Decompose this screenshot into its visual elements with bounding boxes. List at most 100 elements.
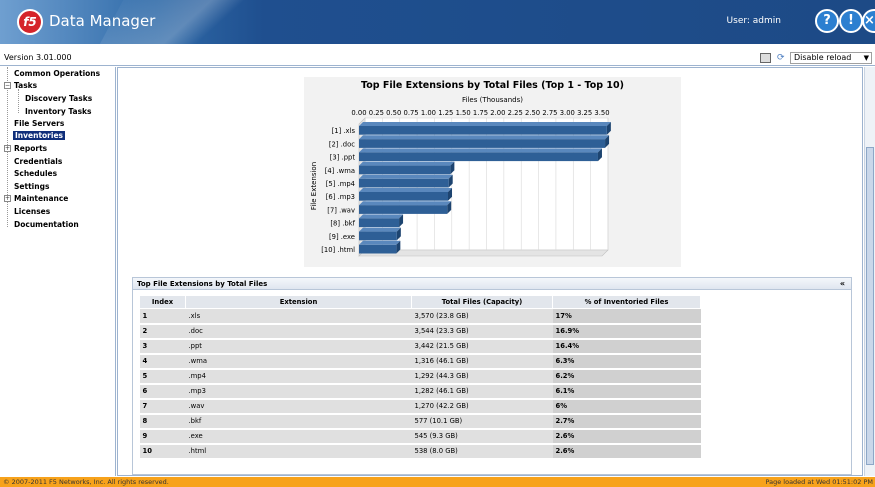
cell-index: 8 bbox=[139, 413, 186, 430]
help-icon[interactable]: ? bbox=[815, 9, 839, 33]
table-row[interactable]: 8 .bkf 577 (10.1 GB) 2.7% bbox=[139, 413, 701, 430]
bar bbox=[359, 192, 449, 201]
sidebar-item-maintenance[interactable]: Maintenance bbox=[14, 194, 68, 203]
f5-logo: f5 bbox=[17, 9, 43, 35]
table-row[interactable]: 7 .wav 1,270 (42.2 GB) 6% bbox=[139, 398, 701, 415]
x-tick-label: 3.00 bbox=[560, 109, 575, 117]
sidebar-item-common-operations[interactable]: Common Operations bbox=[14, 69, 100, 78]
table-row[interactable]: 3 .ppt 3,442 (21.5 GB) 16.4% bbox=[139, 338, 701, 355]
x-tick-label: 0.75 bbox=[404, 109, 419, 117]
table-row[interactable]: 9 .exe 545 (9.3 GB) 2.6% bbox=[139, 428, 701, 445]
cell-index: 10 bbox=[139, 443, 186, 460]
column-header-extension[interactable]: Extension bbox=[185, 295, 412, 309]
sidebar-item-documentation[interactable]: Documentation bbox=[14, 220, 79, 229]
cell-percent: 6.3% bbox=[552, 353, 701, 370]
bar bbox=[359, 165, 451, 175]
status-bar: © 2007-2011 F5 Networks, Inc. All rights… bbox=[0, 477, 875, 487]
bar bbox=[359, 218, 400, 228]
table-row[interactable]: 10 .html 538 (8.0 GB) 2.6% bbox=[139, 443, 701, 460]
chart-y-axis-label: File Extension bbox=[310, 162, 318, 210]
table-header-row: Index Extension Total Files (Capacity) %… bbox=[139, 295, 701, 309]
cell-extension: .wav bbox=[185, 398, 412, 415]
print-icon[interactable] bbox=[760, 53, 771, 63]
cell-index: 2 bbox=[139, 323, 186, 340]
sidebar-item-licenses[interactable]: Licenses bbox=[14, 207, 50, 216]
x-tick-label: 2.50 bbox=[525, 109, 540, 117]
y-tick-label: [4] .wma bbox=[325, 167, 355, 175]
table-body: 1 .xls 3,570 (23.8 GB) 17% 2 .doc 3,544 (23.3 … bbox=[139, 308, 701, 460]
y-tick-label: [3] .ppt bbox=[330, 154, 356, 162]
reload-select[interactable]: Disable reload ▼ bbox=[790, 52, 872, 64]
sidebar-item-settings[interactable]: Settings bbox=[14, 182, 49, 191]
cell-percent: 2.7% bbox=[552, 413, 701, 430]
info-icon[interactable]: ! bbox=[839, 9, 863, 33]
sidebar: Common Operations − Tasks Discovery Task… bbox=[0, 67, 116, 476]
table-row[interactable]: 6 .mp3 1,282 (46.1 GB) 6.1% bbox=[139, 383, 701, 400]
cell-index: 5 bbox=[139, 368, 186, 385]
table-row[interactable]: 4 .wma 1,316 (46.1 GB) 6.3% bbox=[139, 353, 701, 370]
expand-icon[interactable]: + bbox=[4, 195, 11, 202]
expand-icon[interactable]: + bbox=[4, 145, 11, 152]
collapse-icon[interactable]: − bbox=[4, 82, 11, 89]
sidebar-item-discovery-tasks[interactable]: Discovery Tasks bbox=[25, 94, 92, 103]
bar-top bbox=[359, 174, 453, 179]
cell-extension: .exe bbox=[185, 428, 412, 445]
sidebar-item-file-servers[interactable]: File Servers bbox=[14, 119, 64, 128]
sidebar-item-tasks[interactable]: Tasks bbox=[14, 81, 37, 90]
cell-percent: 2.6% bbox=[552, 428, 701, 445]
table-row[interactable]: 5 .mp4 1,292 (44.3 GB) 6.2% bbox=[139, 368, 701, 385]
column-header-total-files[interactable]: Total Files (Capacity) bbox=[411, 295, 553, 309]
cell-index: 1 bbox=[139, 308, 186, 325]
cell-extension: .xls bbox=[185, 308, 412, 325]
x-tick-label: 0.25 bbox=[369, 109, 384, 117]
x-tick-label: 1.00 bbox=[421, 109, 436, 117]
y-tick-label: [8] .bkf bbox=[330, 220, 355, 228]
cell-extension: .html bbox=[185, 443, 412, 460]
bar-top bbox=[359, 214, 404, 219]
sidebar-item-inventory-tasks[interactable]: Inventory Tasks bbox=[25, 107, 92, 116]
y-tick-label: [10] .html bbox=[321, 246, 355, 254]
y-tick-label: [1] .xls bbox=[332, 127, 356, 135]
sidebar-item-schedules[interactable]: Schedules bbox=[14, 169, 57, 178]
y-tick-label: [7] .wav bbox=[327, 206, 355, 214]
chart-title: Top File Extensions by Total Files (Top … bbox=[361, 80, 624, 91]
cell-index: 6 bbox=[139, 383, 186, 400]
x-tick-label: 3.25 bbox=[577, 109, 592, 117]
sidebar-item-inventories[interactable]: Inventories bbox=[13, 131, 66, 140]
cell-total-files: 3,442 (21.5 GB) bbox=[411, 338, 553, 355]
y-tick-label: [6] .mp3 bbox=[326, 193, 355, 201]
table-row[interactable]: 1 .xls 3,570 (23.8 GB) 17% bbox=[139, 308, 701, 325]
vertical-scrollbar[interactable] bbox=[864, 67, 875, 476]
cell-extension: .mp3 bbox=[185, 383, 412, 400]
table-row[interactable]: 2 .doc 3,544 (23.3 GB) 16.9% bbox=[139, 323, 701, 340]
bar-top bbox=[359, 122, 611, 126]
cell-percent: 6.2% bbox=[552, 368, 701, 385]
cell-total-files: 1,292 (44.3 GB) bbox=[411, 368, 553, 385]
column-header-percent[interactable]: % of Inventoried Files bbox=[552, 295, 701, 309]
sidebar-item-reports[interactable]: Reports bbox=[14, 144, 47, 153]
x-tick-label: 1.75 bbox=[473, 109, 488, 117]
cell-index: 3 bbox=[139, 338, 186, 355]
close-icon[interactable]: × bbox=[862, 9, 875, 33]
reload-select-value: Disable reload bbox=[794, 53, 852, 62]
bar-top bbox=[359, 148, 602, 153]
x-tick-label: 2.00 bbox=[490, 109, 505, 117]
x-tick-label: 0.00 bbox=[351, 109, 366, 117]
scrollbar-thumb[interactable] bbox=[866, 147, 874, 465]
results-panel: Top File Extensions by Total Files « Ind… bbox=[132, 277, 852, 475]
main-content: 0.00 0.25 0.50 0.75 1.00 1.25 1.50 1.75 2.00 2.25… bbox=[117, 67, 863, 476]
y-tick-label: [5] .mp4 bbox=[326, 180, 355, 188]
bar-top bbox=[359, 201, 452, 206]
cell-percent: 2.6% bbox=[552, 443, 701, 460]
x-tick-label: 1.25 bbox=[438, 109, 453, 117]
column-header-index[interactable]: Index bbox=[139, 295, 186, 309]
extensions-table: Index Extension Total Files (Capacity) %… bbox=[139, 295, 701, 460]
cell-total-files: 538 (8.0 GB) bbox=[411, 443, 553, 460]
sidebar-item-credentials[interactable]: Credentials bbox=[14, 157, 62, 166]
app-title: Data Manager bbox=[49, 12, 156, 30]
bar bbox=[359, 126, 607, 135]
collapse-icon[interactable]: « bbox=[840, 279, 845, 288]
panel-header: Top File Extensions by Total Files « bbox=[133, 278, 851, 290]
chevron-down-icon: ▼ bbox=[863, 54, 869, 62]
refresh-icon[interactable]: ⟳ bbox=[777, 53, 785, 63]
